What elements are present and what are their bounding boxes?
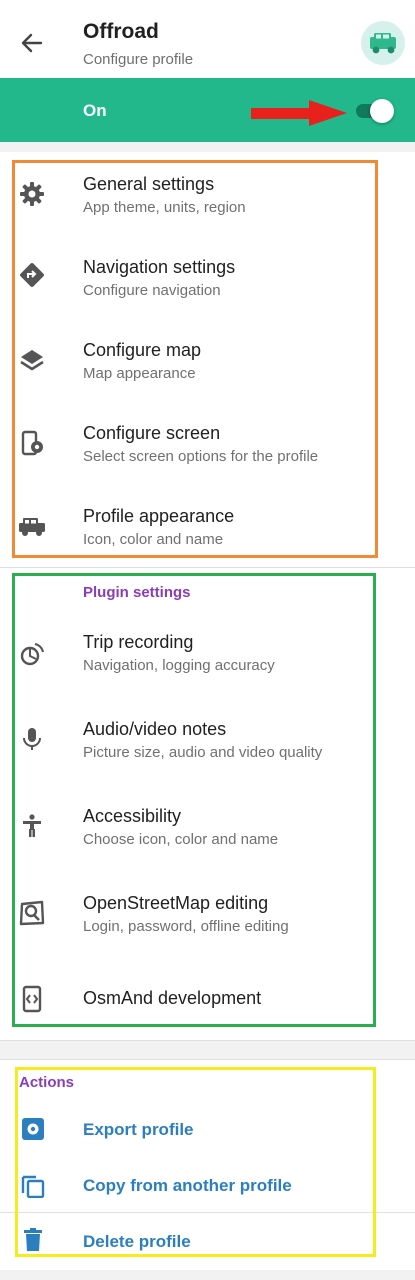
divider: [0, 567, 415, 568]
profile-icon-button[interactable]: [361, 21, 405, 65]
profile-enable-switch[interactable]: [354, 99, 394, 123]
bottom-band: [0, 1270, 415, 1280]
page-subtitle: Configure profile: [83, 51, 194, 68]
arrow-back-icon: [21, 33, 43, 53]
back-button[interactable]: [14, 26, 50, 60]
divider-band: [0, 142, 415, 152]
annotation-box-yellow: [15, 1067, 376, 1257]
divider-band: [0, 1041, 415, 1059]
divider: [0, 1059, 415, 1060]
profile-toggle-bar[interactable]: [0, 78, 415, 142]
switch-knob: [370, 99, 394, 123]
annotation-box-green: [12, 573, 376, 1027]
offroad-car-icon: [370, 33, 396, 54]
page-title: Offroad: [83, 20, 159, 43]
toggle-label: On: [83, 101, 107, 120]
annotation-arrow: [251, 100, 347, 126]
annotation-box-orange: [12, 160, 378, 558]
